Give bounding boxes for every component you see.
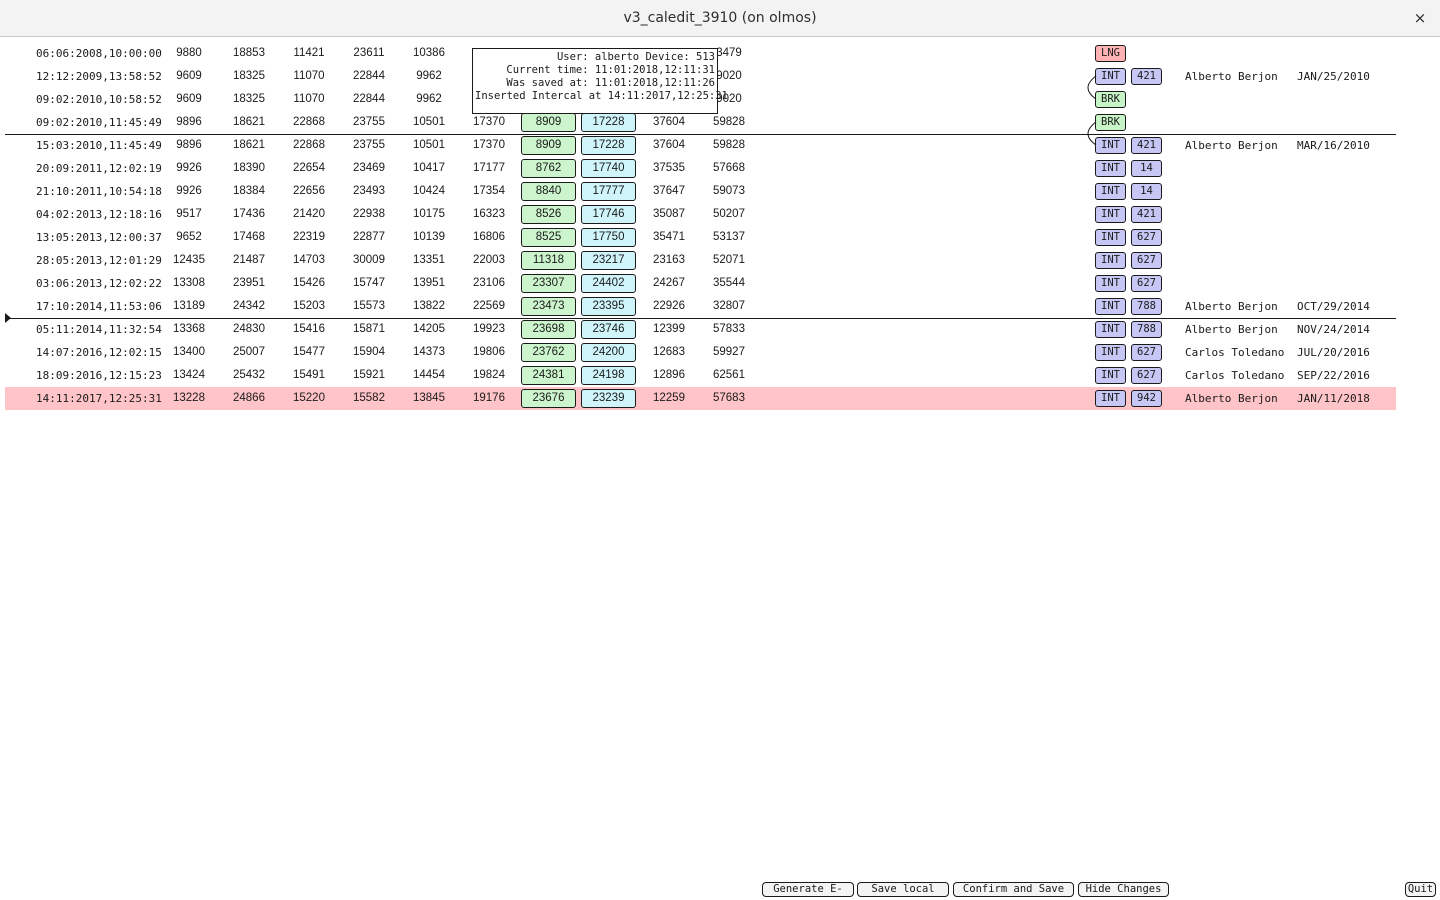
link-connectors (1087, 75, 1097, 146)
info-tooltip: User: alberto Device: 513 Current time: … (472, 48, 728, 114)
tooltip-user-line: User: alberto Device: 513 (556, 51, 715, 63)
tooltip-saved-at-line: Was saved at: 11:01:2018,12:11:26 (506, 77, 715, 89)
link-connector (1087, 75, 1097, 100)
save-local-file-button[interactable]: Save local file (857, 882, 949, 897)
tooltip-inserted-line: Inserted Intercal at 14:11:2017,12:25:31 (475, 90, 728, 102)
link-connector (1087, 121, 1097, 146)
confirm-and-save-button[interactable]: Confirm and Save (953, 882, 1074, 897)
generate-email-button[interactable]: Generate E-mail (762, 882, 854, 897)
tooltip-current-time-line: Current time: 11:01:2018,12:11:31 (506, 64, 715, 76)
hide-changes-button[interactable]: Hide Changes (1078, 882, 1169, 897)
quit-button[interactable]: Quit (1405, 882, 1436, 897)
